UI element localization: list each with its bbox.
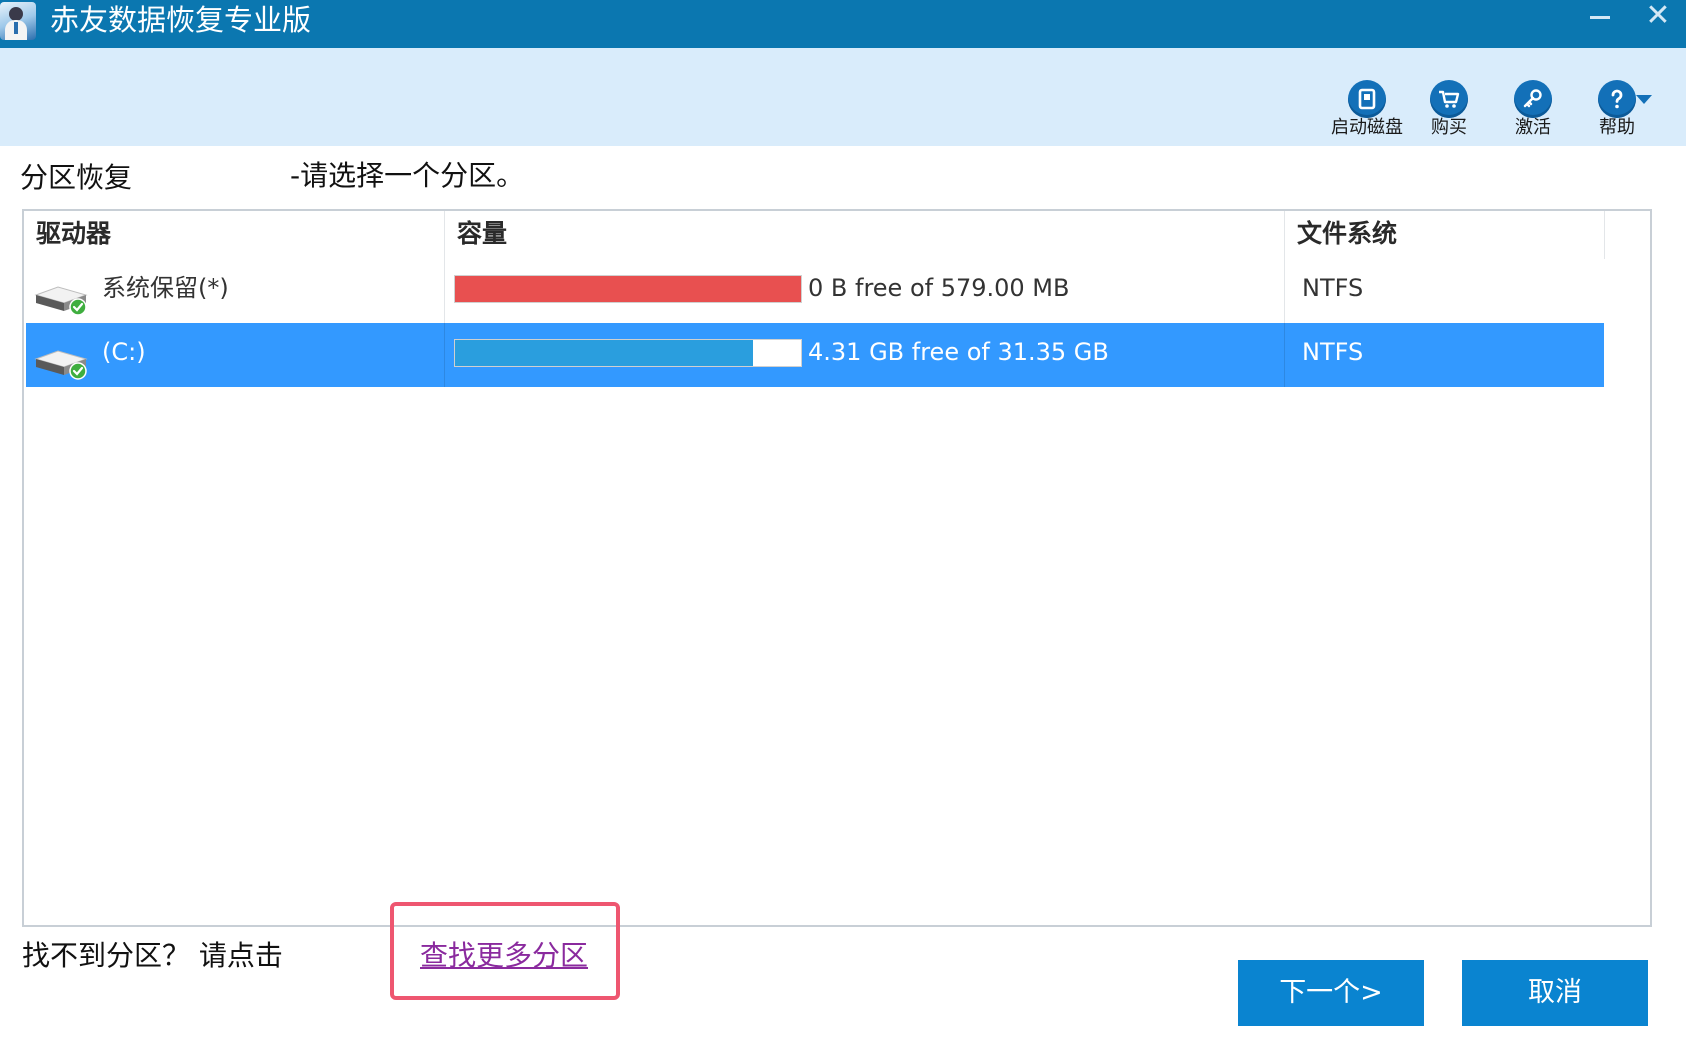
boot-disk-label: 启动磁盘 [1331,117,1403,138]
cancel-button[interactable]: 取消 [1462,960,1648,1026]
buy-label: 购买 [1431,117,1467,138]
activate-label: 激活 [1515,117,1551,138]
column-divider [1604,211,1605,259]
cant-find-text: 找不到分区？ 请点击 [22,939,283,972]
table-row-selected[interactable]: (C:) 4.31 GB free of 31.35 GB NTFS [26,323,1604,387]
find-more-partitions-link[interactable]: 查找更多分区 [420,936,588,976]
column-header-capacity[interactable]: 容量 [445,211,1283,259]
hard-drive-icon [34,286,88,316]
buy-button[interactable]: 购买 [1404,80,1494,140]
activate-button[interactable]: 激活 [1488,80,1578,140]
cart-icon [1430,80,1468,118]
boot-disk-button[interactable]: 启动磁盘 [1322,80,1412,140]
column-header-filesystem[interactable]: 文件系统 [1285,211,1603,259]
filesystem-text: NTFS [1302,274,1364,302]
drive-name: 系统保留(*) [102,274,229,302]
cell-divider [1284,323,1285,387]
help-icon [1598,80,1636,118]
drive-name: (C:) [102,338,146,366]
filesystem-text: NTFS [1302,338,1364,366]
boot-disk-icon [1348,80,1386,118]
help-dropdown-chevron-icon[interactable] [1636,95,1652,104]
help-button[interactable]: 帮助 [1572,80,1662,140]
app-logo-icon [0,2,36,40]
window-title: 赤友数据恢复专业版 [50,3,312,37]
help-label: 帮助 [1599,117,1635,138]
page-hint: -请选择一个分区。 [290,159,525,192]
capacity-bar [454,275,802,303]
key-icon [1514,80,1552,118]
column-header-drive[interactable]: 驱动器 [24,211,444,259]
cell-divider [444,323,445,387]
cell-divider [1284,259,1285,323]
partition-table: 驱动器 容量 文件系统 系统保留(*) 0 B free of 579.00 M… [22,209,1652,927]
cell-divider [444,259,445,323]
close-button[interactable]: ✕ [1636,0,1680,34]
capacity-bar [454,339,802,367]
minimize-button[interactable] [1580,0,1624,34]
next-button[interactable]: 下一个> [1238,960,1424,1026]
capacity-text: 0 B free of 579.00 MB [808,274,1070,302]
hard-drive-icon [34,350,88,380]
minimize-icon [1590,16,1610,19]
page-title: 分区恢复 [20,161,133,194]
table-header: 驱动器 容量 文件系统 [24,211,1605,259]
capacity-text: 4.31 GB free of 31.35 GB [808,338,1109,366]
table-row[interactable]: 系统保留(*) 0 B free of 579.00 MB NTFS [26,259,1604,323]
title-bar: 赤友数据恢复专业版 ✕ [0,0,1686,48]
capacity-bar-fill [455,340,753,366]
capacity-bar-fill [455,276,801,302]
